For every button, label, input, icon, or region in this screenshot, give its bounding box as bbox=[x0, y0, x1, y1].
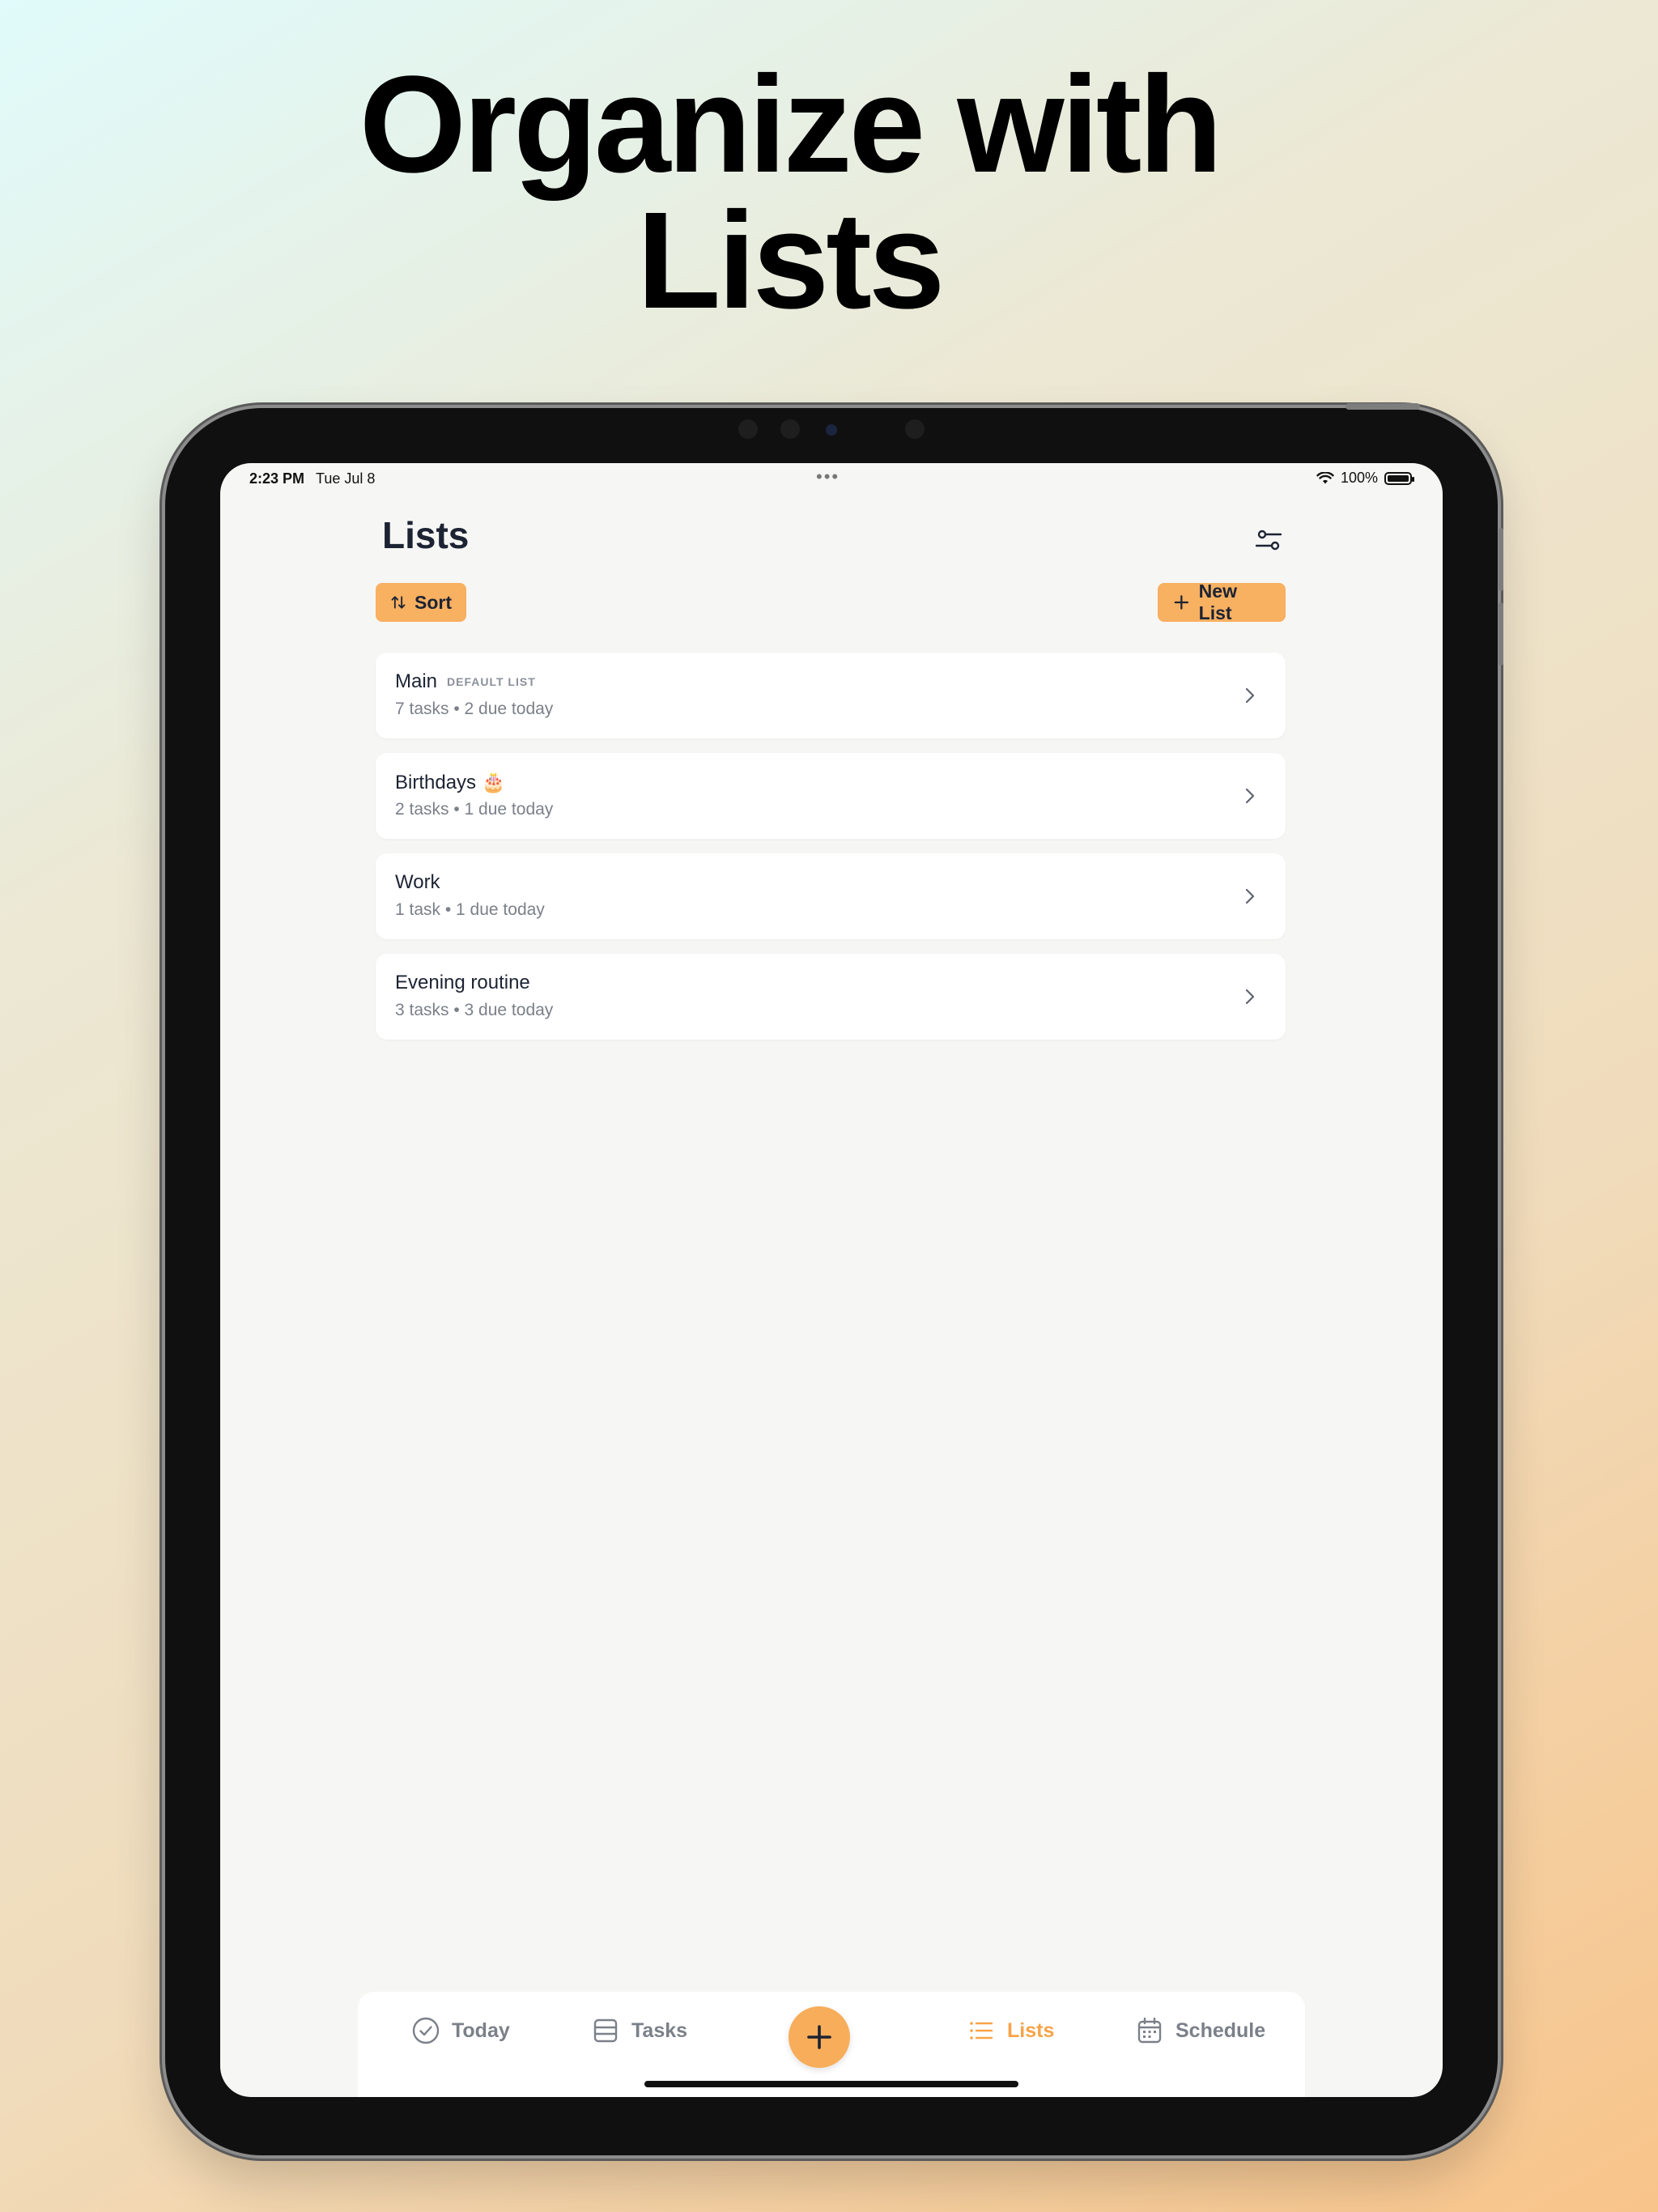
add-task-button[interactable] bbox=[789, 2006, 850, 2068]
list-item-title: Evening routine bbox=[395, 972, 530, 994]
camera-lens bbox=[826, 424, 837, 436]
list-item-main[interactable]: Main DEFAULT LIST 7 tasks • 2 due today bbox=[376, 653, 1286, 738]
camera-dot bbox=[905, 419, 925, 439]
sort-button[interactable]: Sort bbox=[376, 583, 466, 622]
top-button bbox=[1346, 403, 1420, 410]
list-item-meta: 7 tasks • 2 due today bbox=[395, 700, 554, 718]
list-item-name: Work bbox=[395, 871, 440, 893]
chevron-right-icon bbox=[1245, 687, 1255, 704]
tab-lists-label: Lists bbox=[1007, 2018, 1055, 2042]
battery-icon bbox=[1384, 471, 1414, 485]
multitasking-dots[interactable]: ••• bbox=[816, 466, 840, 487]
tasks-icon bbox=[593, 2018, 618, 2043]
tab-schedule-label: Schedule bbox=[1175, 2018, 1266, 2042]
list-item-name: Evening routine bbox=[395, 972, 530, 993]
camera-dot bbox=[738, 419, 758, 439]
list-item-meta: 1 task • 1 due today bbox=[395, 900, 545, 919]
app-screen: 2:23 PM Tue Jul 8 ••• 100% Lists Sort Ne… bbox=[220, 463, 1443, 2097]
tab-today-label: Today bbox=[452, 2018, 510, 2042]
plus-icon bbox=[1174, 595, 1189, 610]
filter-icon[interactable] bbox=[1253, 525, 1284, 555]
sort-label: Sort bbox=[414, 591, 452, 613]
volume-up-button bbox=[1499, 528, 1503, 591]
tab-lists[interactable]: Lists bbox=[967, 2016, 1054, 2045]
headline: Organize with Lists bbox=[0, 48, 1579, 338]
check-circle-icon bbox=[412, 2017, 440, 2044]
new-list-button[interactable]: New List bbox=[1158, 581, 1286, 623]
status-right: 100% bbox=[1316, 470, 1414, 487]
volume-down-button bbox=[1499, 602, 1503, 666]
chevron-right-icon bbox=[1245, 888, 1255, 904]
list-item-meta: 2 tasks • 1 due today bbox=[395, 800, 554, 819]
list-item-evening-routine[interactable]: Evening routine 3 tasks • 3 due today bbox=[376, 954, 1286, 1040]
list-item-birthdays[interactable]: Birthdays 🎂 2 tasks • 1 due today bbox=[376, 753, 1286, 839]
list-item-title: Birthdays 🎂 bbox=[395, 771, 506, 794]
camera-dot bbox=[780, 419, 800, 439]
headline-line-1: Organize with bbox=[359, 48, 1223, 202]
list-item-name: Main bbox=[395, 670, 438, 692]
list-item-work[interactable]: Work 1 task • 1 due today bbox=[376, 853, 1286, 939]
list-icon bbox=[970, 2022, 993, 2040]
page-title: Lists bbox=[382, 514, 470, 556]
tab-schedule[interactable]: Schedule bbox=[1135, 2016, 1265, 2045]
status-bar: 2:23 PM Tue Jul 8 ••• 100% bbox=[220, 463, 1443, 496]
chevron-right-icon bbox=[1245, 989, 1255, 1005]
list-item-meta: 3 tasks • 3 due today bbox=[395, 1001, 554, 1019]
list-item-title: Main DEFAULT LIST bbox=[395, 670, 536, 693]
wifi-icon bbox=[1316, 471, 1334, 483]
battery-percent: 100% bbox=[1340, 470, 1378, 486]
home-indicator bbox=[644, 2081, 1018, 2087]
calendar-icon bbox=[1137, 2017, 1162, 2044]
status-date: Tue Jul 8 bbox=[316, 470, 376, 487]
chevron-right-icon bbox=[1245, 788, 1255, 804]
headline-line-2: Lists bbox=[636, 184, 946, 338]
plus-icon bbox=[807, 2025, 831, 2049]
default-list-badge: DEFAULT LIST bbox=[447, 675, 536, 688]
new-list-label: New List bbox=[1198, 581, 1237, 623]
tab-today[interactable]: Today bbox=[411, 2016, 510, 2045]
sort-icon bbox=[391, 596, 406, 609]
list-item-name: Birthdays 🎂 bbox=[395, 772, 506, 793]
tab-tasks[interactable]: Tasks bbox=[591, 2016, 687, 2045]
status-time: 2:23 PM bbox=[249, 470, 305, 487]
list-item-title: Work bbox=[395, 871, 440, 894]
tab-tasks-label: Tasks bbox=[631, 2018, 688, 2042]
